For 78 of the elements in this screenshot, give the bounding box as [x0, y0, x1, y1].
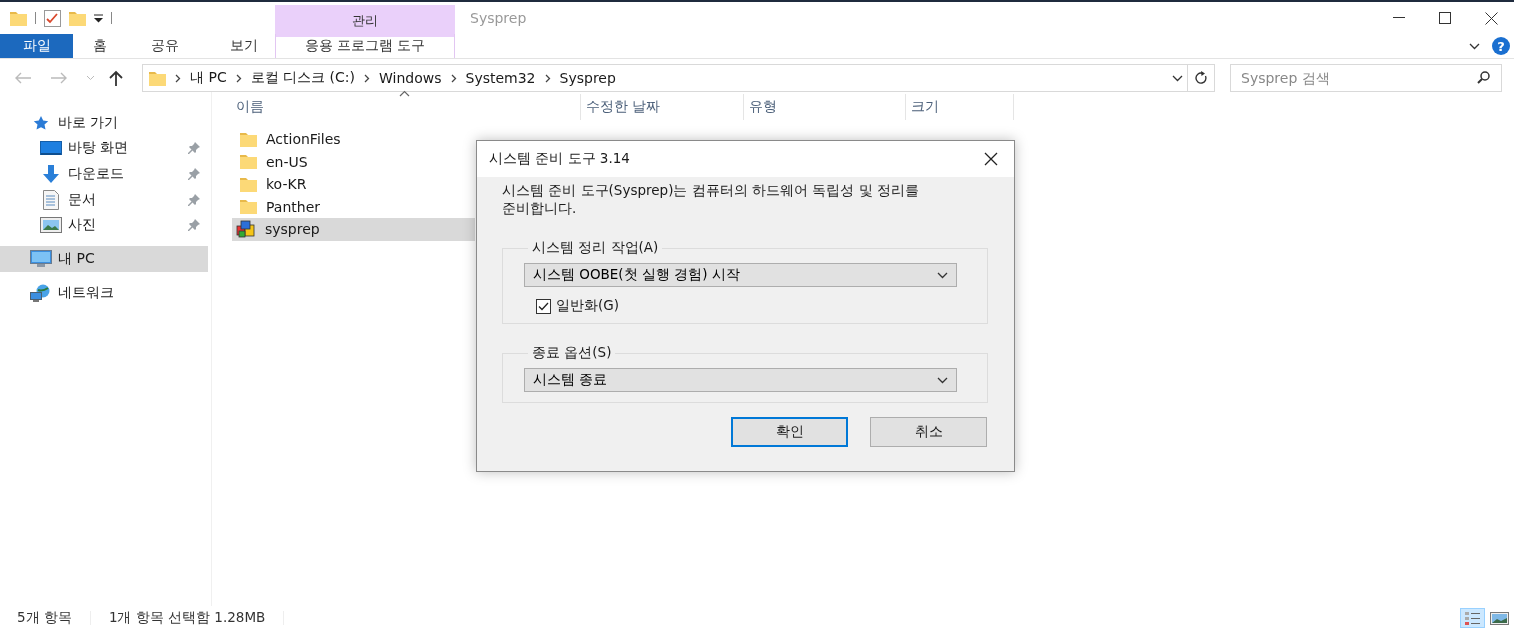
- item-count: 5개 항목: [17, 609, 72, 627]
- search-icon[interactable]: [1477, 71, 1490, 84]
- file-item[interactable]: ActionFiles: [232, 128, 475, 151]
- folder-icon: [240, 131, 257, 147]
- breadcrumb[interactable]: 로컬 디스크 (C:): [250, 69, 355, 87]
- help-icon[interactable]: ?: [1492, 37, 1510, 55]
- nav-item[interactable]: 내 PC: [0, 246, 208, 273]
- breadcrumb-separator-icon[interactable]: [175, 73, 181, 83]
- nav-item[interactable]: 사진: [0, 212, 208, 238]
- chevron-down-icon: [937, 376, 948, 384]
- column-header[interactable]: 이름: [232, 94, 581, 120]
- folder-icon: [240, 154, 257, 170]
- breadcrumb-separator-icon[interactable]: [364, 73, 370, 83]
- nav-item[interactable]: 문서: [0, 186, 208, 213]
- window-title: Sysprep: [470, 10, 528, 26]
- download-arrow-icon: [41, 164, 61, 184]
- details-view-button[interactable]: [1460, 608, 1485, 628]
- ribbon-tab[interactable]: 응용 프로그램 도구: [275, 34, 455, 58]
- breadcrumb[interactable]: System32: [465, 70, 536, 86]
- dropdown[interactable]: 시스템 OOBE(첫 실행 경험) 시작: [524, 263, 957, 287]
- maximize-icon: [1439, 12, 1451, 24]
- folder-icon: [69, 10, 86, 26]
- nav-item[interactable]: 바로 가기: [0, 110, 208, 136]
- file-item[interactable]: en-US: [232, 150, 475, 173]
- computer-icon: [30, 250, 52, 269]
- checklist-icon[interactable]: [44, 9, 61, 27]
- address-bar[interactable]: 내 PC 로컬 디스크 (C:) Windows System32 Sysprep: [142, 64, 1188, 92]
- refresh-button[interactable]: [1188, 64, 1215, 92]
- chevron-down-icon: [937, 271, 948, 279]
- file-item[interactable]: ko-KR: [232, 173, 475, 196]
- nav-item[interactable]: 네트워크: [0, 280, 208, 307]
- cancel-button[interactable]: 취소: [870, 417, 987, 447]
- group-label: 시스템 정리 작업(A): [531, 239, 660, 257]
- column-header[interactable]: 크기: [906, 94, 1014, 120]
- minimize-icon: [1393, 17, 1405, 19]
- breadcrumb-separator-icon[interactable]: [235, 73, 242, 83]
- star-icon: [32, 114, 50, 131]
- up-arrow-icon[interactable]: [109, 70, 123, 86]
- collapse-ribbon-icon: [1469, 42, 1480, 50]
- description-text: 시스템 준비 도구(Sysprep)는 컴퓨터의 하드웨어 독립성 및 정리를 준비합니다.: [502, 181, 920, 217]
- document-icon: [43, 189, 59, 210]
- ribbon-tab[interactable]: 홈: [73, 34, 126, 58]
- check-icon: [538, 301, 549, 311]
- breadcrumb[interactable]: 내 PC: [190, 69, 227, 87]
- application-icon: [236, 220, 256, 239]
- file-tab[interactable]: 파일: [0, 34, 73, 58]
- close-icon: [1484, 11, 1498, 25]
- ok-button[interactable]: 확인: [731, 417, 848, 447]
- folder-icon: [149, 70, 166, 86]
- folder-icon: [240, 199, 257, 215]
- close-icon: [984, 152, 998, 166]
- nav-item[interactable]: 바탕 화면: [0, 135, 208, 162]
- dialog-title: 시스템 준비 도구 3.14: [489, 150, 631, 168]
- network-icon: [30, 284, 52, 303]
- dropdown-caret-icon[interactable]: [94, 13, 103, 23]
- selection-info: 1개 항목 선택함 1.28MB: [108, 609, 266, 627]
- refresh-icon: [1194, 71, 1208, 85]
- sort-caret-icon: [399, 90, 410, 97]
- breadcrumb[interactable]: Windows: [379, 70, 442, 86]
- dropdown[interactable]: 시스템 종료: [524, 368, 957, 392]
- search-field[interactable]: Sysprep 검색: [1230, 64, 1502, 92]
- picture-icon: [40, 217, 62, 234]
- folder-icon: [10, 10, 27, 26]
- contextual-tab-header: 관리: [275, 5, 455, 37]
- monitor-icon: [40, 140, 62, 156]
- group-label: 종료 옵션(S): [531, 344, 613, 362]
- checkbox[interactable]: 일반화(G): [536, 297, 957, 315]
- breadcrumb[interactable]: Sysprep: [559, 70, 616, 86]
- file-item[interactable]: Panther: [232, 195, 475, 218]
- breadcrumb-separator-icon[interactable]: [450, 73, 457, 83]
- folder-icon: [240, 176, 257, 192]
- column-header[interactable]: 수정한 날짜: [581, 94, 744, 120]
- breadcrumb-separator-icon[interactable]: [544, 73, 551, 83]
- file-item[interactable]: sysprep: [232, 218, 475, 241]
- column-header[interactable]: 유형: [744, 94, 906, 120]
- nav-item[interactable]: 다운로드: [0, 161, 208, 187]
- address-dropdown-icon: [1172, 74, 1183, 82]
- ribbon-tab[interactable]: 공유: [126, 34, 204, 58]
